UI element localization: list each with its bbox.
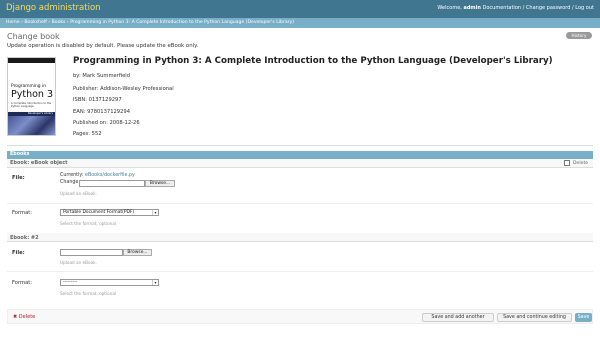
- breadcrumb-books[interactable]: Books: [52, 20, 66, 25]
- file-label: File:: [12, 175, 25, 181]
- user-tools: Welcome, admin Documentation / Change pa…: [437, 5, 594, 11]
- ebook-object-row: [7, 233, 593, 242]
- cover-subtitle: A Complete Introduction to the Python La…: [11, 102, 52, 108]
- site-name[interactable]: Django administration: [6, 3, 101, 13]
- currently-label: Currently:: [60, 173, 84, 178]
- delete-checkbox[interactable]: [564, 160, 570, 166]
- row-divider: [7, 271, 593, 272]
- delete-link-label: Delete: [18, 314, 36, 320]
- format-label: Format:: [12, 280, 33, 286]
- format-select-value: ---------: [63, 280, 78, 285]
- format-select[interactable]: Portable Document Format(PDF) ▾: [60, 209, 159, 216]
- notice-text: Update operation is disabled by default.…: [7, 43, 199, 49]
- breadcrumb-current: Programming in Python 3: A Complete Intr…: [70, 20, 295, 25]
- browse-button[interactable]: Browse...: [145, 180, 175, 187]
- breadcrumb-home[interactable]: Home: [6, 20, 20, 25]
- cover-big-title: Python 3: [11, 89, 53, 100]
- format-select-value: Portable Document Format(PDF): [63, 210, 135, 215]
- page-title: Change book: [7, 32, 60, 41]
- breadcrumb: Home › Bookshelf › Books › Programming i…: [0, 18, 600, 28]
- welcome-text: Welcome,: [437, 5, 462, 11]
- current-file-link[interactable]: eBooks/dockerfile.py: [85, 173, 135, 178]
- breadcrumb-sep: ›: [21, 20, 23, 25]
- format-help-text: Select the format, optional: [60, 291, 117, 296]
- book-publisher: Publisher: Addison-Wesley Professional: [73, 86, 174, 92]
- book-ean: EAN: 9780137129294: [73, 109, 131, 115]
- file-path-input[interactable]: [60, 249, 123, 256]
- ebook-object-label: Ebook: #2: [10, 235, 39, 241]
- save-button[interactable]: Save: [575, 313, 592, 322]
- browse-button[interactable]: Browse...: [123, 249, 152, 256]
- separator: /: [522, 5, 525, 11]
- book-author: by: Mark Summerfield: [73, 73, 131, 79]
- breadcrumb-sep: ›: [66, 20, 69, 25]
- username: admin: [463, 5, 481, 11]
- separator: /: [572, 5, 574, 11]
- divider: [7, 145, 593, 146]
- cover-top-band: [8, 58, 55, 63]
- submit-row: ✖ Delete Save and add another Save and c…: [7, 309, 593, 324]
- currently-row: Currently: eBooks/dockerfile.py: [60, 173, 135, 178]
- save-and-continue-button[interactable]: Save and continue editing: [497, 313, 572, 322]
- chevron-down-icon: ▾: [152, 210, 158, 215]
- format-label: Format:: [12, 210, 33, 216]
- book-cover-image: Programming in Python 3 A Complete Intro…: [7, 57, 56, 136]
- breadcrumb-sep: ›: [48, 20, 51, 25]
- delete-checkbox-label: Delete: [573, 161, 589, 166]
- ebook-object-label: Ebook: eBook object: [10, 160, 68, 166]
- upload-help-text: Upload an eBook.: [60, 260, 97, 265]
- ebook-object-row: Ebook: eBook object Delete: [7, 159, 593, 168]
- change-password-link[interactable]: Change password: [526, 5, 570, 11]
- book-pages: Pages: 552: [73, 131, 102, 137]
- ebooks-section-header: Ebooks: [7, 151, 593, 159]
- file-label: File:: [12, 250, 25, 256]
- cover-library-label: Developer's Library: [27, 112, 53, 115]
- documentation-link[interactable]: Documentation: [483, 5, 522, 11]
- format-help-text: Select the format, optional: [60, 221, 117, 226]
- change-label: Change:: [60, 180, 80, 185]
- book-isbn: ISBN: 0137129297: [73, 97, 122, 103]
- book-published: Published on: 2008-12-26: [73, 120, 140, 126]
- history-button[interactable]: History: [566, 32, 592, 39]
- chevron-down-icon: ▾: [152, 280, 158, 285]
- delete-x-icon: ✖: [13, 314, 18, 320]
- header-bar: Django administration Welcome, admin Doc…: [0, 0, 600, 18]
- format-select[interactable]: --------- ▾: [60, 279, 159, 286]
- upload-help-text: Upload an eBook.: [60, 191, 97, 196]
- breadcrumb-bookshelf[interactable]: Bookshelf: [24, 20, 46, 25]
- row-divider: [7, 203, 593, 204]
- file-path-input[interactable]: [79, 180, 145, 187]
- delete-link[interactable]: ✖ Delete: [13, 314, 35, 320]
- save-and-add-another-button[interactable]: Save and add another: [422, 313, 494, 322]
- logout-link[interactable]: Log out: [575, 5, 594, 11]
- book-title: Programming in Python 3: A Complete Intr…: [73, 56, 553, 66]
